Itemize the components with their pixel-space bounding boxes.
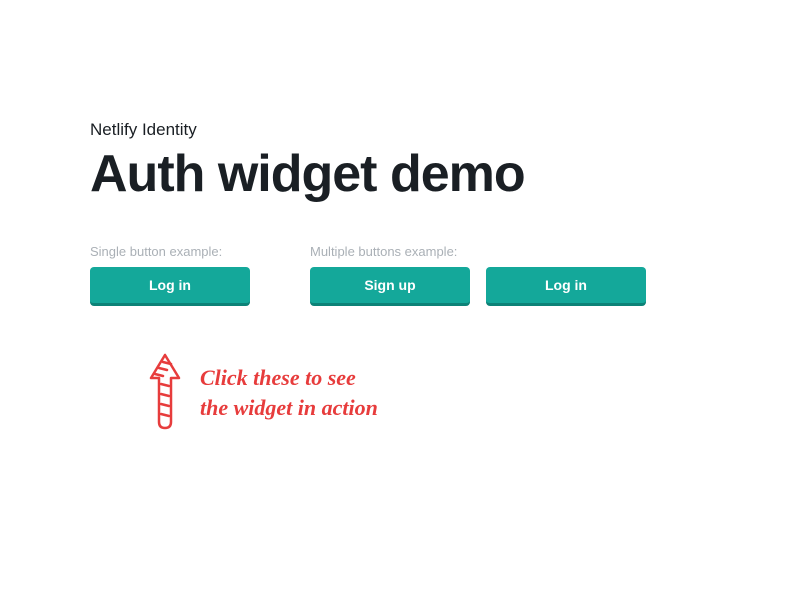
page-container: Netlify Identity Auth widget demo Single… (0, 0, 800, 432)
page-title: Auth widget demo (90, 144, 710, 204)
single-button-example: Single button example: Log in (90, 244, 250, 305)
signup-button[interactable]: Sign up (310, 267, 470, 305)
multiple-example-label: Multiple buttons example: (310, 244, 646, 259)
single-button-row: Log in (90, 267, 250, 305)
multiple-button-row: Sign up Log in (310, 267, 646, 305)
examples-row: Single button example: Log in Multiple b… (90, 244, 710, 305)
single-example-label: Single button example: (90, 244, 250, 259)
login-button-2[interactable]: Log in (486, 267, 646, 305)
annotation-text: Click these to seethe widget in action (200, 363, 378, 422)
page-subtitle: Netlify Identity (90, 120, 710, 140)
multiple-buttons-example: Multiple buttons example: Sign up Log in (310, 244, 646, 305)
login-button[interactable]: Log in (90, 267, 250, 305)
annotation: Click these to seethe widget in action (145, 345, 710, 432)
sketched-up-arrow-icon (145, 350, 185, 432)
